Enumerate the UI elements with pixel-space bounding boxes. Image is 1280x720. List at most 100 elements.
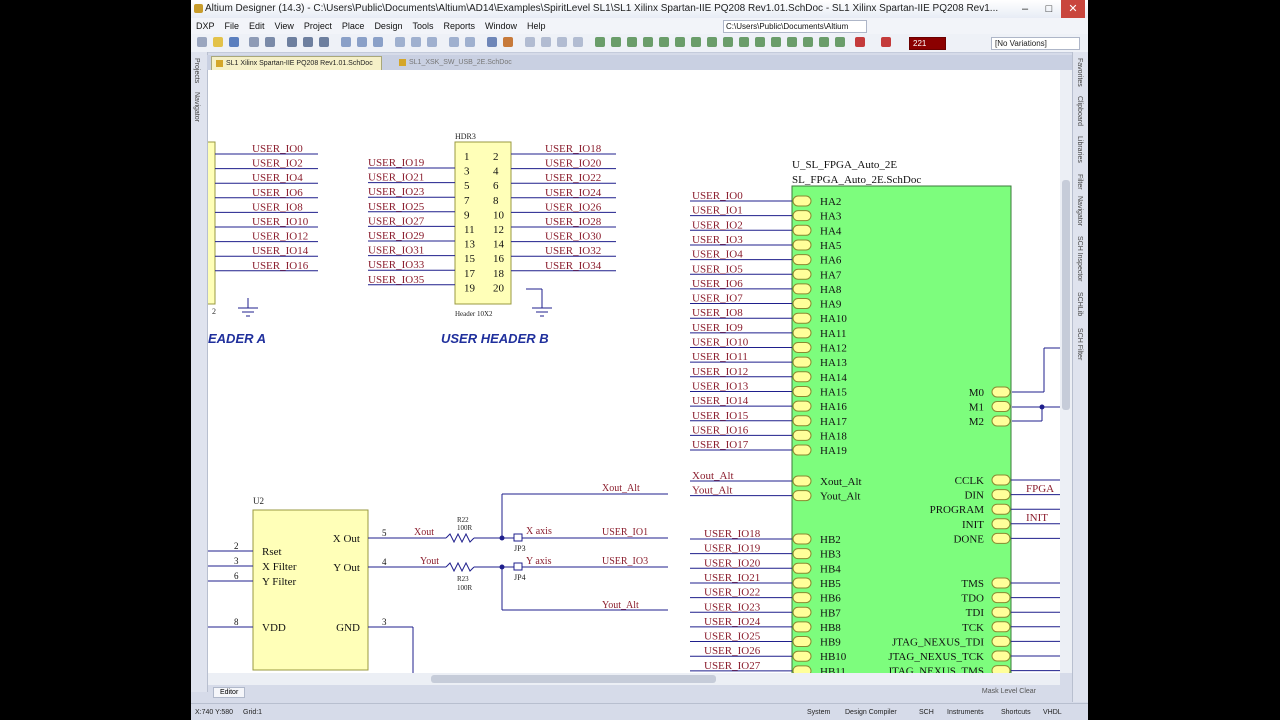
mask-level-control[interactable]: Mask Level Clear bbox=[982, 686, 1036, 698]
net-label[interactable]: USER_IO14 bbox=[692, 395, 749, 407]
sheet-entry[interactable] bbox=[792, 636, 812, 648]
shortcuts-panel-button[interactable]: Shortcuts bbox=[1001, 704, 1031, 720]
sheet-entry[interactable] bbox=[991, 401, 1011, 412]
navigator-panel-tab[interactable]: Navigator bbox=[1076, 196, 1083, 226]
sheet-entry[interactable] bbox=[792, 592, 812, 604]
net-xout[interactable]: Xout bbox=[414, 527, 434, 538]
open-icon[interactable] bbox=[213, 37, 223, 47]
junction-icon[interactable] bbox=[691, 37, 701, 47]
net-label[interactable]: USER_IO20 bbox=[704, 557, 761, 569]
net-label[interactable]: USER_IO19 bbox=[368, 157, 425, 169]
net-label[interactable]: USER_IO24 bbox=[704, 616, 761, 628]
net-label[interactable]: USER_IO20 bbox=[545, 158, 602, 170]
net-label[interactable]: USER_IO1 bbox=[692, 205, 743, 217]
sheet-entry[interactable] bbox=[792, 327, 812, 339]
zoom-fit-icon[interactable] bbox=[319, 37, 329, 47]
print-preview-icon[interactable] bbox=[265, 37, 275, 47]
filter-panel-tab[interactable]: Filter bbox=[1076, 174, 1083, 190]
schlib-panel-tab[interactable]: SCHLib bbox=[1076, 292, 1083, 316]
ground-icon[interactable] bbox=[675, 37, 685, 47]
new-icon[interactable] bbox=[197, 37, 207, 47]
net-label[interactable]: USER_IO16 bbox=[692, 424, 749, 436]
menu-help[interactable]: Help bbox=[522, 18, 551, 34]
wire-icon[interactable] bbox=[573, 37, 583, 47]
net-xout-alt[interactable]: Xout_Alt bbox=[602, 483, 640, 494]
sheet-entry[interactable] bbox=[792, 577, 812, 589]
sheet-entry[interactable] bbox=[792, 562, 812, 574]
net-label[interactable]: Yout_Alt bbox=[692, 485, 732, 497]
net-label[interactable]: USER_IO35 bbox=[368, 274, 425, 286]
net-label[interactable]: USER_IO0 bbox=[252, 143, 303, 155]
cut-icon[interactable] bbox=[341, 37, 351, 47]
sheet-entry[interactable] bbox=[991, 415, 1011, 427]
schematic-canvas[interactable]: USER_IO0 USER_IO2 USER_IO4 USER_IO6 USER_IO8… bbox=[208, 70, 1060, 673]
net-label[interactable]: USER_IO34 bbox=[545, 260, 602, 272]
sheet-entry[interactable] bbox=[792, 224, 812, 236]
net-label[interactable]: USER_IO18 bbox=[545, 143, 602, 155]
sheet-entry[interactable] bbox=[792, 548, 812, 560]
redo-icon[interactable] bbox=[465, 37, 475, 47]
sheet-entry[interactable] bbox=[792, 283, 812, 295]
sheet-entry[interactable] bbox=[792, 415, 812, 427]
menu-edit[interactable]: Edit bbox=[244, 18, 270, 34]
sheet-symbol-icon[interactable] bbox=[627, 37, 637, 47]
net-label[interactable]: USER_IO8 bbox=[252, 201, 303, 213]
net-label[interactable]: USER_IO2 bbox=[692, 219, 743, 231]
libraries-panel-tab[interactable]: Libraries bbox=[1076, 136, 1083, 163]
sheet-entry[interactable] bbox=[792, 665, 812, 673]
menu-window[interactable]: Window bbox=[480, 18, 522, 34]
power-port-icon[interactable] bbox=[659, 37, 669, 47]
net-label[interactable]: USER_IO31 bbox=[368, 245, 424, 257]
design-compiler-panel-button[interactable]: Design Compiler bbox=[845, 704, 897, 720]
net-label[interactable]: USER_IO7 bbox=[692, 293, 743, 305]
select-icon[interactable] bbox=[395, 37, 405, 47]
net-user-io1[interactable]: USER_IO1 bbox=[602, 527, 648, 538]
navigator-panel-tab[interactable]: Navigator bbox=[193, 92, 200, 122]
net-label[interactable]: USER_IO8 bbox=[692, 307, 743, 319]
sheet-entry[interactable] bbox=[991, 665, 1011, 673]
text-icon[interactable] bbox=[707, 37, 717, 47]
compile-mask-icon[interactable] bbox=[771, 37, 781, 47]
net-label[interactable]: USER_IO12 bbox=[252, 231, 308, 243]
net-label[interactable]: USER_IO19 bbox=[704, 543, 761, 555]
net-label[interactable]: USER_IO33 bbox=[368, 259, 425, 271]
horizontal-scroll-thumb[interactable] bbox=[431, 675, 716, 683]
net-label[interactable]: USER_IO4 bbox=[252, 172, 303, 184]
net-label[interactable]: USER_IO18 bbox=[704, 528, 761, 540]
menu-dxp[interactable]: DXP bbox=[191, 18, 220, 34]
net-label[interactable]: USER_IO27 bbox=[368, 215, 425, 227]
zoom-icon[interactable] bbox=[287, 37, 297, 47]
variations-dropdown[interactable]: [No Variations] bbox=[991, 37, 1080, 50]
menu-project[interactable]: Project bbox=[299, 18, 337, 34]
vertical-scroll-thumb[interactable] bbox=[1062, 180, 1070, 410]
net-icon[interactable] bbox=[541, 37, 551, 47]
net-label[interactable]: USER_IO22 bbox=[704, 587, 760, 599]
cross-select-icon[interactable] bbox=[881, 37, 891, 47]
projects-panel-tab[interactable]: Projects bbox=[193, 58, 200, 83]
bus-icon[interactable] bbox=[557, 37, 567, 47]
sheet-entry[interactable] bbox=[792, 356, 812, 368]
sheet-entry[interactable] bbox=[792, 210, 812, 222]
sheet-entry[interactable] bbox=[792, 312, 812, 324]
menu-view[interactable]: View bbox=[270, 18, 299, 34]
sheet-entry[interactable] bbox=[991, 532, 1011, 544]
net-label[interactable]: USER_IO6 bbox=[692, 278, 743, 290]
browse-icon[interactable] bbox=[525, 37, 535, 47]
copy-icon[interactable] bbox=[357, 37, 367, 47]
sheet-entry[interactable] bbox=[792, 239, 812, 251]
sheet-entry[interactable] bbox=[792, 533, 812, 545]
sch-panel-button[interactable]: SCH bbox=[919, 704, 934, 720]
clear-filter-icon[interactable] bbox=[855, 37, 865, 47]
header-a-body[interactable] bbox=[208, 141, 216, 305]
no-erc-icon[interactable] bbox=[723, 37, 733, 47]
favorites-panel-tab[interactable]: Favorites bbox=[1076, 58, 1083, 87]
print-icon[interactable] bbox=[249, 37, 259, 47]
sheet-entry[interactable] bbox=[991, 518, 1011, 530]
grid-icon[interactable] bbox=[819, 37, 829, 47]
net-yout[interactable]: Yout bbox=[420, 556, 439, 567]
net-label[interactable]: USER_IO21 bbox=[368, 172, 424, 184]
net-label[interactable]: USER_IO26 bbox=[704, 645, 761, 657]
net-label[interactable]: USER_IO9 bbox=[692, 322, 743, 334]
deselect-icon[interactable] bbox=[427, 37, 437, 47]
net-label[interactable]: USER_IO30 bbox=[545, 231, 602, 243]
